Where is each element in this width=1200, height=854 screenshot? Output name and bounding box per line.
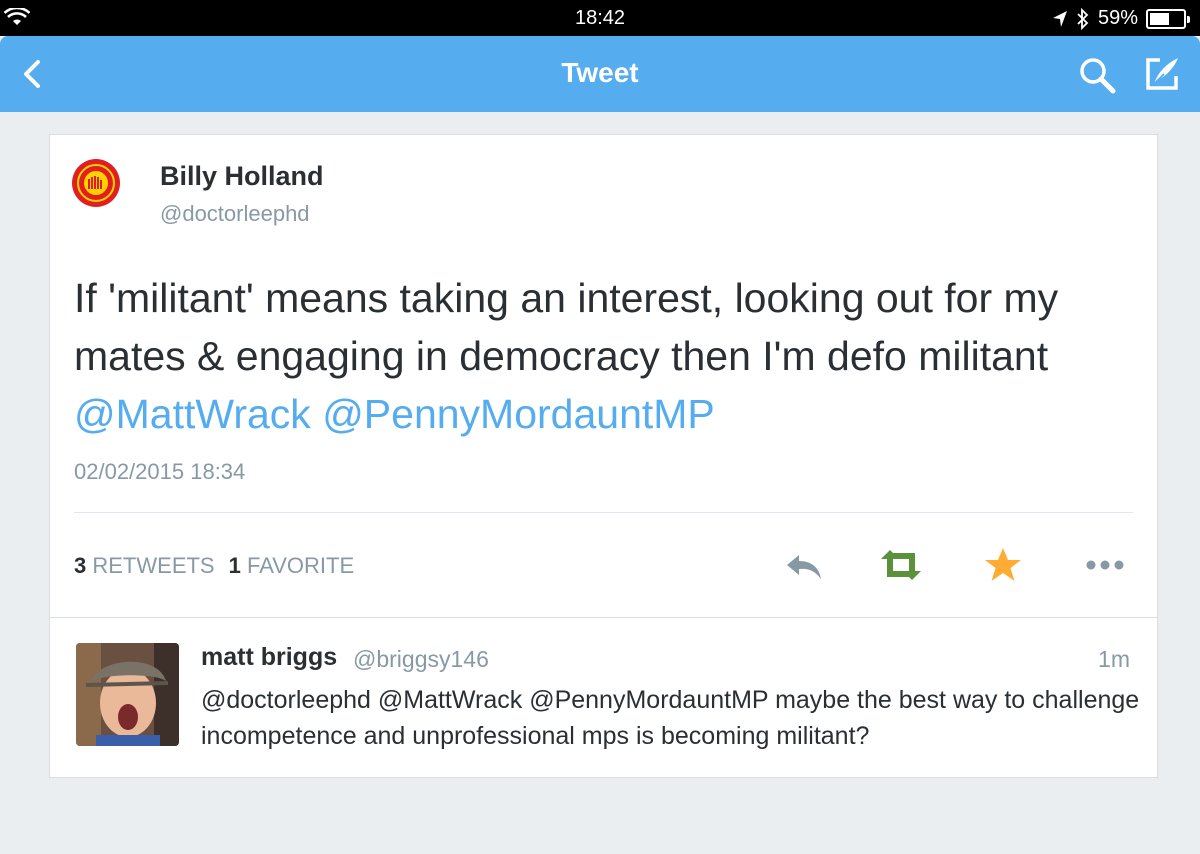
battery-percent: 59% xyxy=(1097,7,1138,29)
reply-author-name[interactable]: matt briggs xyxy=(201,643,337,672)
battery-fill xyxy=(1150,12,1169,25)
reply-time: 1m xyxy=(1098,646,1130,672)
mention-link[interactable]: @PennyMordauntMP xyxy=(322,391,715,437)
reply-item[interactable]: matt briggs @briggsy146 1m @doctorleephd… xyxy=(49,618,1158,778)
favorite-count: 1 xyxy=(228,553,241,578)
status-time: 18:42 xyxy=(574,7,626,29)
retweet-count: 3 xyxy=(74,553,87,578)
retweet-icon[interactable] xyxy=(877,545,925,585)
reply-author-handle[interactable]: @briggsy146 xyxy=(353,646,489,673)
tweet-text: If 'militant' means taking an interest, … xyxy=(74,269,1134,443)
reply-text: @doctorleephd @MattWrack @PennyMordauntM… xyxy=(201,686,1140,750)
retweets-label[interactable]: RETWEETS xyxy=(92,553,214,578)
compose-icon[interactable] xyxy=(1142,54,1182,94)
reply-icon[interactable] xyxy=(781,545,829,585)
location-arrow-icon xyxy=(1052,10,1067,27)
status-bar: 18:42 59% xyxy=(0,0,1200,36)
search-icon[interactable] xyxy=(1077,55,1117,95)
bluetooth-icon xyxy=(1077,7,1089,30)
author-handle[interactable]: @doctorleephd xyxy=(160,201,310,227)
mention-link[interactable]: @MattWrack xyxy=(74,391,311,437)
favorite-star-icon[interactable] xyxy=(979,545,1027,585)
author-name[interactable]: Billy Holland xyxy=(160,161,324,192)
tweet-body: If 'militant' means taking an interest, … xyxy=(74,275,1059,379)
more-icon[interactable] xyxy=(1081,545,1129,585)
favorite-label[interactable]: FAVORITE xyxy=(247,553,354,578)
nav-bar: Tweet xyxy=(0,36,1200,112)
tweet-card: Billy Holland @doctorleephd If 'militant… xyxy=(49,134,1158,618)
tweet-stats: 3 RETWEETS 1 FAVORITE xyxy=(74,553,354,579)
avatar[interactable] xyxy=(72,159,120,207)
tweet-timestamp: 02/02/2015 18:34 xyxy=(74,459,246,484)
status-right: 59% xyxy=(1052,7,1190,30)
reply-avatar[interactable] xyxy=(76,643,179,746)
divider xyxy=(74,512,1133,513)
nav-title: Tweet xyxy=(561,57,639,88)
battery-icon xyxy=(1146,8,1190,29)
